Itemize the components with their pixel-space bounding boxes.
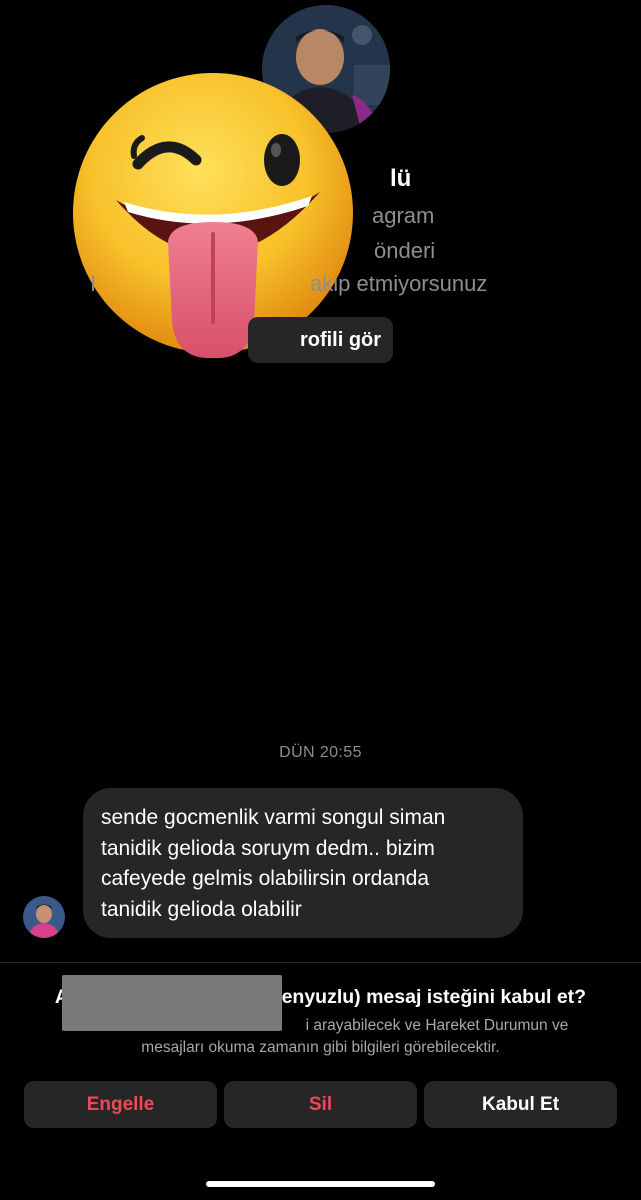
profile-platform-text: agram [372, 203, 435, 228]
delete-button-label: Sil [308, 1093, 333, 1115]
message-bubble[interactable]: sende gocmenlik varmi songul siman tanid… [83, 788, 523, 938]
request-desc-suffix: i arayabilecek ve Hareket Durumun ve [305, 1017, 569, 1034]
view-profile-button[interactable]: rofili gör [248, 317, 393, 363]
home-indicator[interactable] [206, 1181, 435, 1187]
sheet-divider [0, 962, 641, 963]
block-button[interactable]: Engelle [24, 1081, 217, 1128]
message-line: tanidik gelioda olabilir [101, 897, 302, 921]
redaction-box [62, 975, 282, 1031]
sender-photo [23, 896, 65, 938]
request-title-suffix: enyuzlu) mesaj isteğini kabul et? [281, 986, 587, 1008]
accept-button-label: Kabul Et [481, 1093, 560, 1115]
accept-button[interactable]: Kabul Et [424, 1081, 617, 1128]
view-profile-label: rofili gör [299, 328, 382, 351]
profile-posts-text: önderi [374, 238, 436, 263]
block-button-label: Engelle [86, 1093, 155, 1115]
request-desc-line2: mesajları okuma zamanın gibi bilgileri g… [141, 1039, 500, 1056]
message-line: tanidik gelioda soruym dedm.. bizim [101, 836, 435, 860]
sender-avatar[interactable] [23, 896, 65, 938]
profile-follow-status-text: I akip etmiyorsunuz [90, 271, 488, 296]
message-line: sende gocmenlik varmi songul siman [101, 806, 446, 829]
message-timestamp: DÜN 20:55 [279, 744, 362, 761]
delete-button[interactable]: Sil [224, 1081, 417, 1128]
profile-name: lü [390, 165, 412, 192]
message-line: cafeyede gelmis olabilirsin ordanda [101, 867, 430, 890]
